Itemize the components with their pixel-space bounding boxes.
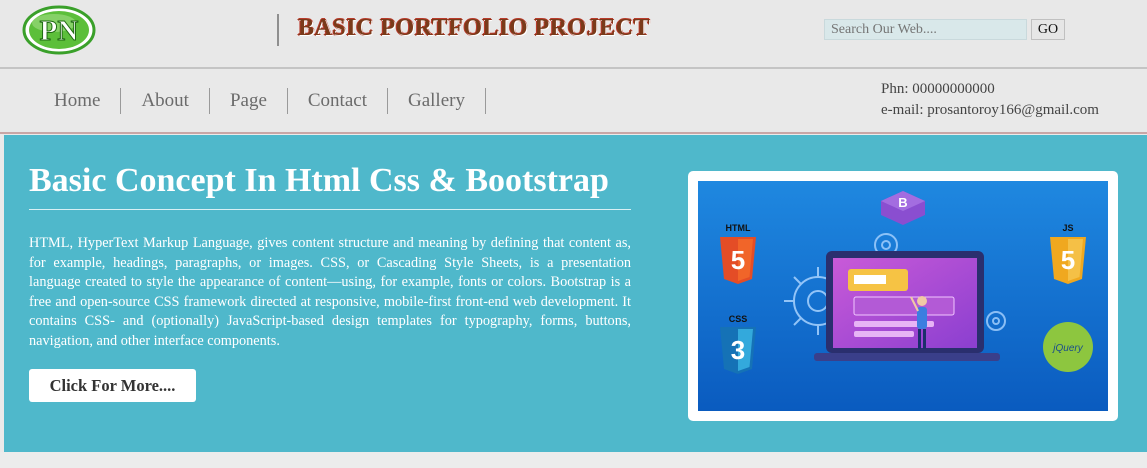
nav-item-contact[interactable]: Contact xyxy=(288,88,388,114)
click-for-more-button[interactable]: Click For More.... xyxy=(29,369,196,402)
footer-strip xyxy=(0,452,1147,468)
nav-bar: Home About Page Contact Gallery Phn: 000… xyxy=(0,69,1147,134)
hero-section: Basic Concept In Html Css & Bootstrap HT… xyxy=(4,135,1147,452)
js-five: 5 xyxy=(1061,245,1075,275)
site-header: PN BASIC PORTFOLIO PROJECT GO xyxy=(0,0,1147,69)
main-nav: Home About Page Contact Gallery xyxy=(34,88,486,114)
jquery-icon: jQuery xyxy=(1043,322,1093,372)
hero-title: Basic Concept In Html Css & Bootstrap xyxy=(29,162,609,199)
css-icon-label: CSS xyxy=(729,314,748,324)
bootstrap-icon-label: B xyxy=(898,195,907,210)
search-input[interactable] xyxy=(824,19,1027,40)
search-go-button[interactable]: GO xyxy=(1031,19,1065,40)
css-three: 3 xyxy=(731,335,745,365)
laptop-icon xyxy=(814,251,1000,361)
html-icon-label: HTML xyxy=(726,223,751,233)
contact-email: e-mail: prosantoroy166@gmail.com xyxy=(881,102,1099,118)
site-title: BASIC PORTFOLIO PROJECT xyxy=(298,15,651,41)
nav-item-gallery[interactable]: Gallery xyxy=(388,88,486,114)
header-divider xyxy=(277,14,279,46)
contact-info: Phn: 00000000000 e-mail: prosantoroy166@… xyxy=(881,79,1099,121)
pn-logo[interactable]: PN xyxy=(22,5,96,55)
nav-item-home[interactable]: Home xyxy=(34,88,122,114)
hero-image-frame: B HTML 5 CSS 3 JS 5 jQuery xyxy=(688,171,1118,421)
contact-phone: Phn: 00000000000 xyxy=(881,81,995,97)
logo-text: PN xyxy=(40,15,79,47)
hero-description: HTML, HyperText Markup Language, gives c… xyxy=(29,235,631,349)
html-five: 5 xyxy=(731,245,745,275)
web-dev-illustration: B HTML 5 CSS 3 JS 5 jQuery xyxy=(698,181,1108,411)
nav-item-about[interactable]: About xyxy=(121,88,210,114)
nav-item-page[interactable]: Page xyxy=(210,88,288,114)
js-icon-label: JS xyxy=(1062,223,1073,233)
jquery-icon-label: jQuery xyxy=(1051,343,1083,354)
hero-divider xyxy=(29,209,631,210)
